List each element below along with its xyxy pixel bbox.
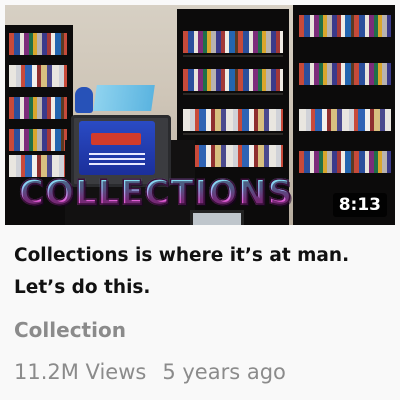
shelf-row (183, 109, 283, 131)
shelf-row (183, 31, 283, 53)
shelf-plank (183, 55, 283, 57)
video-title[interactable]: Collections is where it’s at man. Let’s … (14, 240, 390, 304)
view-count: 11.2M Views (14, 360, 147, 384)
upload-age: 5 years ago (162, 360, 286, 384)
shelf-row (9, 97, 67, 119)
video-card[interactable]: COLLECTIONS 8:13 Collections is where it… (0, 0, 400, 400)
figurine (75, 87, 93, 113)
shelf-row (299, 109, 391, 131)
shelf-row (299, 63, 391, 85)
shelf-row (183, 69, 283, 91)
console-box (93, 85, 155, 111)
shelf-row (183, 145, 283, 167)
video-metadata: 11.2M Views 5 years ago (14, 360, 286, 384)
shelf-plank (183, 133, 283, 135)
shelf-row (299, 151, 391, 173)
channel-name[interactable]: Collection (14, 318, 126, 342)
shelf-row (9, 65, 67, 87)
shelf-row (9, 33, 67, 55)
thumbnail-overlay-title: COLLECTIONS (18, 172, 294, 214)
tv-screen (79, 121, 155, 175)
video-thumbnail[interactable]: COLLECTIONS 8:13 (5, 5, 395, 225)
shelf-row (9, 129, 67, 151)
duration-badge: 8:13 (332, 193, 387, 217)
shelf-row (299, 15, 391, 37)
shelf-plank (183, 93, 283, 95)
